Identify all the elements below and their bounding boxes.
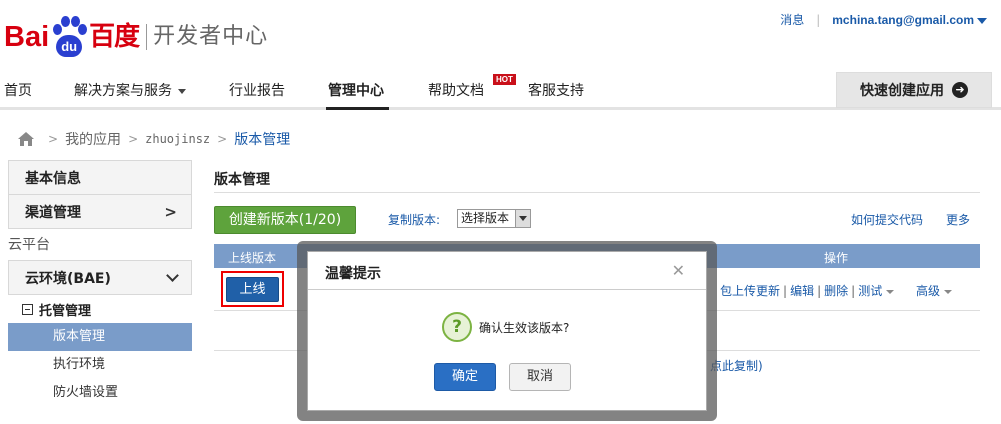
dialog-header: 温馨提示 ✕ xyxy=(308,252,706,290)
chevron-right-icon: > xyxy=(164,202,177,221)
close-icon[interactable]: ✕ xyxy=(672,261,685,280)
row-actions: 包上传更新 | 编辑 | 删除 | 测试 高级 xyxy=(720,282,953,299)
sidebar-item-firewall[interactable]: 防火墙设置 xyxy=(8,379,192,407)
sidebar-item-cloud-env[interactable]: 云环境(BAE) xyxy=(8,260,192,295)
test-dropdown[interactable]: 测试 xyxy=(858,284,895,298)
breadcrumb-separator: > xyxy=(128,132,139,146)
confirm-button[interactable]: 确定 xyxy=(434,363,496,391)
edit-link[interactable]: 编辑 xyxy=(790,284,814,298)
go-online-button[interactable]: 上线 xyxy=(226,277,279,302)
sidebar-item-hosting-manage[interactable]: 托管管理 xyxy=(8,295,192,323)
breadcrumb-app-name[interactable]: zhuojinsz xyxy=(145,132,210,146)
nav-help-docs[interactable]: 帮助文档 xyxy=(428,80,484,100)
action-separator: | xyxy=(817,284,822,298)
copy-version-select-value: 选择版本 xyxy=(461,211,510,225)
sidebar: 基本信息 渠道管理 > 云平台 云环境(BAE) 托管管理 版本管理 执行环境 … xyxy=(8,160,192,407)
page-title: 版本管理 xyxy=(214,172,270,188)
sidebar-section-cloud-platform: 云平台 xyxy=(8,237,50,253)
create-version-button[interactable]: 创建新版本(1/20) xyxy=(214,206,356,234)
sidebar-item-label: 托管管理 xyxy=(39,303,92,319)
sidebar-item-label: 云环境(BAE) xyxy=(25,270,111,287)
dialog-title: 温馨提示 xyxy=(325,266,381,282)
copy-hint-link[interactable]: 点此复制) xyxy=(710,357,763,374)
column-header-online-version: 上线版本 xyxy=(228,251,277,265)
logo-divider xyxy=(146,24,148,50)
collapse-icon[interactable] xyxy=(22,303,33,315)
breadcrumb-current[interactable]: 版本管理 xyxy=(234,129,290,149)
messages-link[interactable]: 消息 xyxy=(780,11,804,28)
home-icon[interactable] xyxy=(17,131,35,147)
nav-industry-reports[interactable]: 行业报告 xyxy=(229,80,285,100)
cancel-button[interactable]: 取消 xyxy=(509,363,571,391)
upload-update-link[interactable]: 包上传更新 xyxy=(720,284,780,298)
delete-link[interactable]: 删除 xyxy=(824,284,848,298)
dialog-message: 确认生效该版本? xyxy=(479,321,570,335)
breadcrumb-separator: > xyxy=(48,132,59,146)
copy-version-select[interactable]: 选择版本 xyxy=(457,209,531,228)
chevron-down-icon xyxy=(944,289,953,294)
action-separator: | xyxy=(851,284,856,298)
chevron-down-icon xyxy=(515,210,530,227)
logo-subtitle: 开发者中心 xyxy=(153,24,269,49)
logo-chinese: 百度 xyxy=(89,22,140,52)
column-header-actions: 操作 xyxy=(824,251,849,265)
arrow-right-circle-icon: ➜ xyxy=(952,82,968,98)
divider xyxy=(214,192,980,193)
chevron-down-icon xyxy=(178,88,186,94)
top-links: 消息 | mchina.tang@gmail.com xyxy=(780,11,987,28)
question-icon: ? xyxy=(442,312,472,342)
nav-home[interactable]: 首页 xyxy=(4,80,32,100)
nav-solutions[interactable]: 解决方案与服务 xyxy=(74,80,186,100)
chevron-down-icon xyxy=(166,269,179,282)
breadcrumb: > 我的应用 > zhuojinsz > 版本管理 xyxy=(17,129,290,149)
chevron-down-icon xyxy=(886,289,895,294)
sidebar-item-channel-manage[interactable]: 渠道管理 > xyxy=(8,194,192,229)
baidu-logo[interactable]: Bai du 百度 开发者中心 xyxy=(4,12,268,60)
quick-create-app-button[interactable]: 快速创建应用 ➜ xyxy=(836,72,992,108)
copy-version-label: 复制版本: xyxy=(388,213,441,227)
breadcrumb-separator: > xyxy=(217,132,228,146)
quick-create-label: 快速创建应用 xyxy=(860,83,944,99)
nav-solutions-label: 解决方案与服务 xyxy=(74,83,172,99)
advanced-label: 高级 xyxy=(916,284,941,298)
more-link[interactable]: 更多 xyxy=(946,211,970,228)
nav-customer-support[interactable]: 客服支持 xyxy=(528,80,584,100)
chevron-down-icon[interactable] xyxy=(977,17,987,24)
confirm-dialog: 温馨提示 ✕ ? 确认生效该版本? 确定 取消 xyxy=(307,251,707,411)
sidebar-item-version-manage[interactable]: 版本管理 xyxy=(8,323,192,351)
logo-pad-text: du xyxy=(56,35,83,57)
breadcrumb-my-apps[interactable]: 我的应用 xyxy=(65,129,121,149)
sidebar-item-runtime-env[interactable]: 执行环境 xyxy=(8,351,192,379)
advanced-dropdown[interactable]: 高级 xyxy=(916,284,953,298)
user-account-menu[interactable]: mchina.tang@gmail.com xyxy=(832,13,974,27)
test-label: 测试 xyxy=(858,284,883,298)
top-separator: | xyxy=(816,12,821,27)
how-to-submit-code-link[interactable]: 如何提交代码 xyxy=(851,211,923,228)
nav-management-center[interactable]: 管理中心 xyxy=(328,80,384,100)
paw-icon: du xyxy=(50,14,88,60)
sidebar-item-label: 渠道管理 xyxy=(25,204,81,221)
sidebar-item-basic-info[interactable]: 基本信息 xyxy=(8,160,192,195)
nav-active-indicator xyxy=(326,107,389,110)
action-separator: | xyxy=(783,284,788,298)
logo-latin: Bai xyxy=(4,21,50,53)
sidebar-item-label: 基本信息 xyxy=(25,170,81,187)
hot-badge: HOT xyxy=(493,74,516,85)
